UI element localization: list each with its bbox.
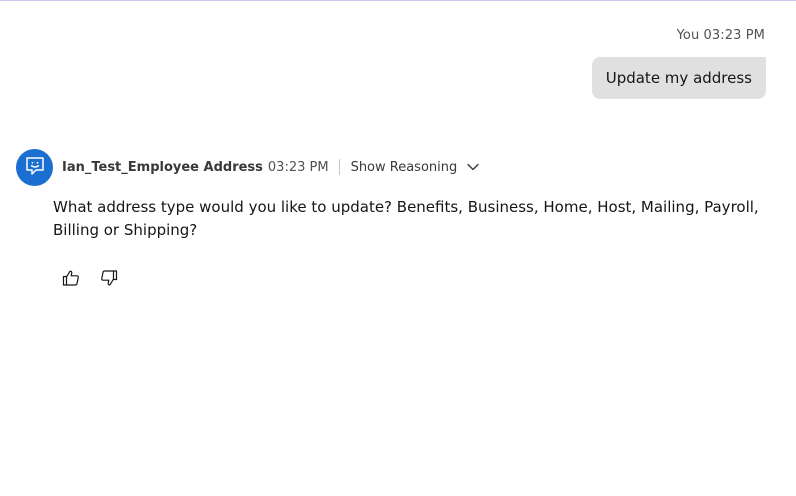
show-reasoning-toggle[interactable]: Show Reasoning xyxy=(351,160,480,175)
user-message-time: 03:23 PM xyxy=(703,28,765,43)
chevron-down-icon xyxy=(467,163,479,171)
show-reasoning-label: Show Reasoning xyxy=(350,159,458,175)
feedback-actions xyxy=(61,267,119,289)
chat-window: You 03:23 PM Update my address Ian_Test_… xyxy=(0,0,796,496)
bot-message-time: 03:23 PM xyxy=(267,159,329,175)
bot-name: Ian_Test_Employee Address xyxy=(62,159,263,175)
user-sender-label: You xyxy=(676,28,700,43)
user-message-text: Update my address xyxy=(605,69,752,87)
bot-message-header: Ian_Test_Employee Address 03:23 PM Show … xyxy=(62,159,479,175)
bot-avatar xyxy=(16,149,53,186)
user-message-bubble: Update my address xyxy=(591,57,766,99)
chat-bot-icon xyxy=(24,155,46,181)
thumbs-down-icon[interactable] xyxy=(99,267,119,289)
header-divider xyxy=(338,159,340,175)
thumbs-up-icon[interactable] xyxy=(61,267,81,289)
user-message-meta: You 03:23 PM xyxy=(677,28,765,43)
bot-message-text: What address type would you like to upda… xyxy=(53,198,759,239)
